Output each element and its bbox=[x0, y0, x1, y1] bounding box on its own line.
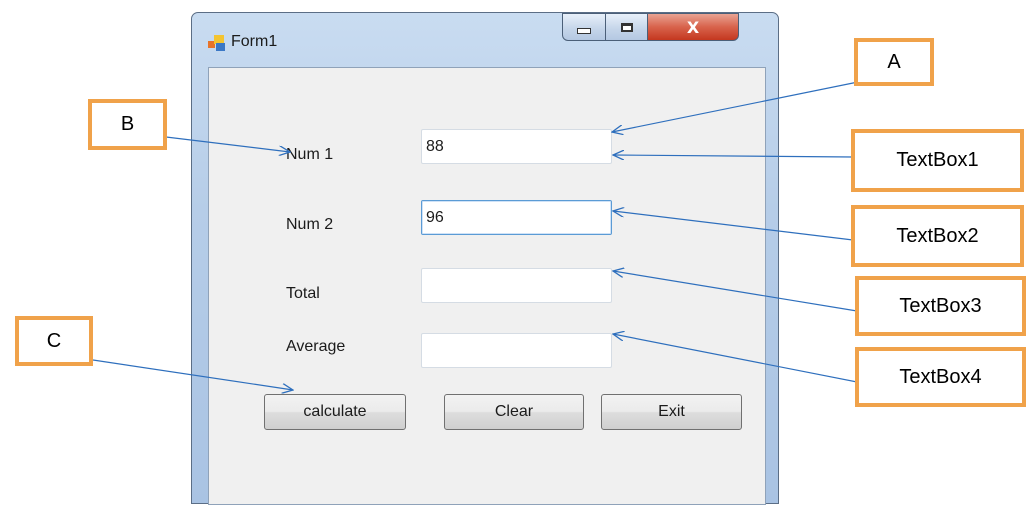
callout-a: A bbox=[854, 38, 934, 86]
arrow-b bbox=[165, 136, 290, 152]
callout-textbox2: TextBox2 bbox=[851, 205, 1024, 267]
arrow-textbox4 bbox=[613, 334, 858, 383]
arrow-c bbox=[92, 359, 293, 390]
callout-textbox4: TextBox4 bbox=[855, 347, 1026, 407]
callout-textbox3: TextBox3 bbox=[855, 276, 1026, 336]
arrow-textbox2 bbox=[613, 211, 854, 241]
callout-b: B bbox=[88, 99, 167, 150]
arrow-textbox3 bbox=[613, 271, 858, 312]
arrow-textbox1 bbox=[613, 155, 854, 157]
callout-c: C bbox=[15, 316, 93, 366]
arrow-a bbox=[612, 81, 859, 132]
callout-textbox1: TextBox1 bbox=[851, 129, 1024, 192]
